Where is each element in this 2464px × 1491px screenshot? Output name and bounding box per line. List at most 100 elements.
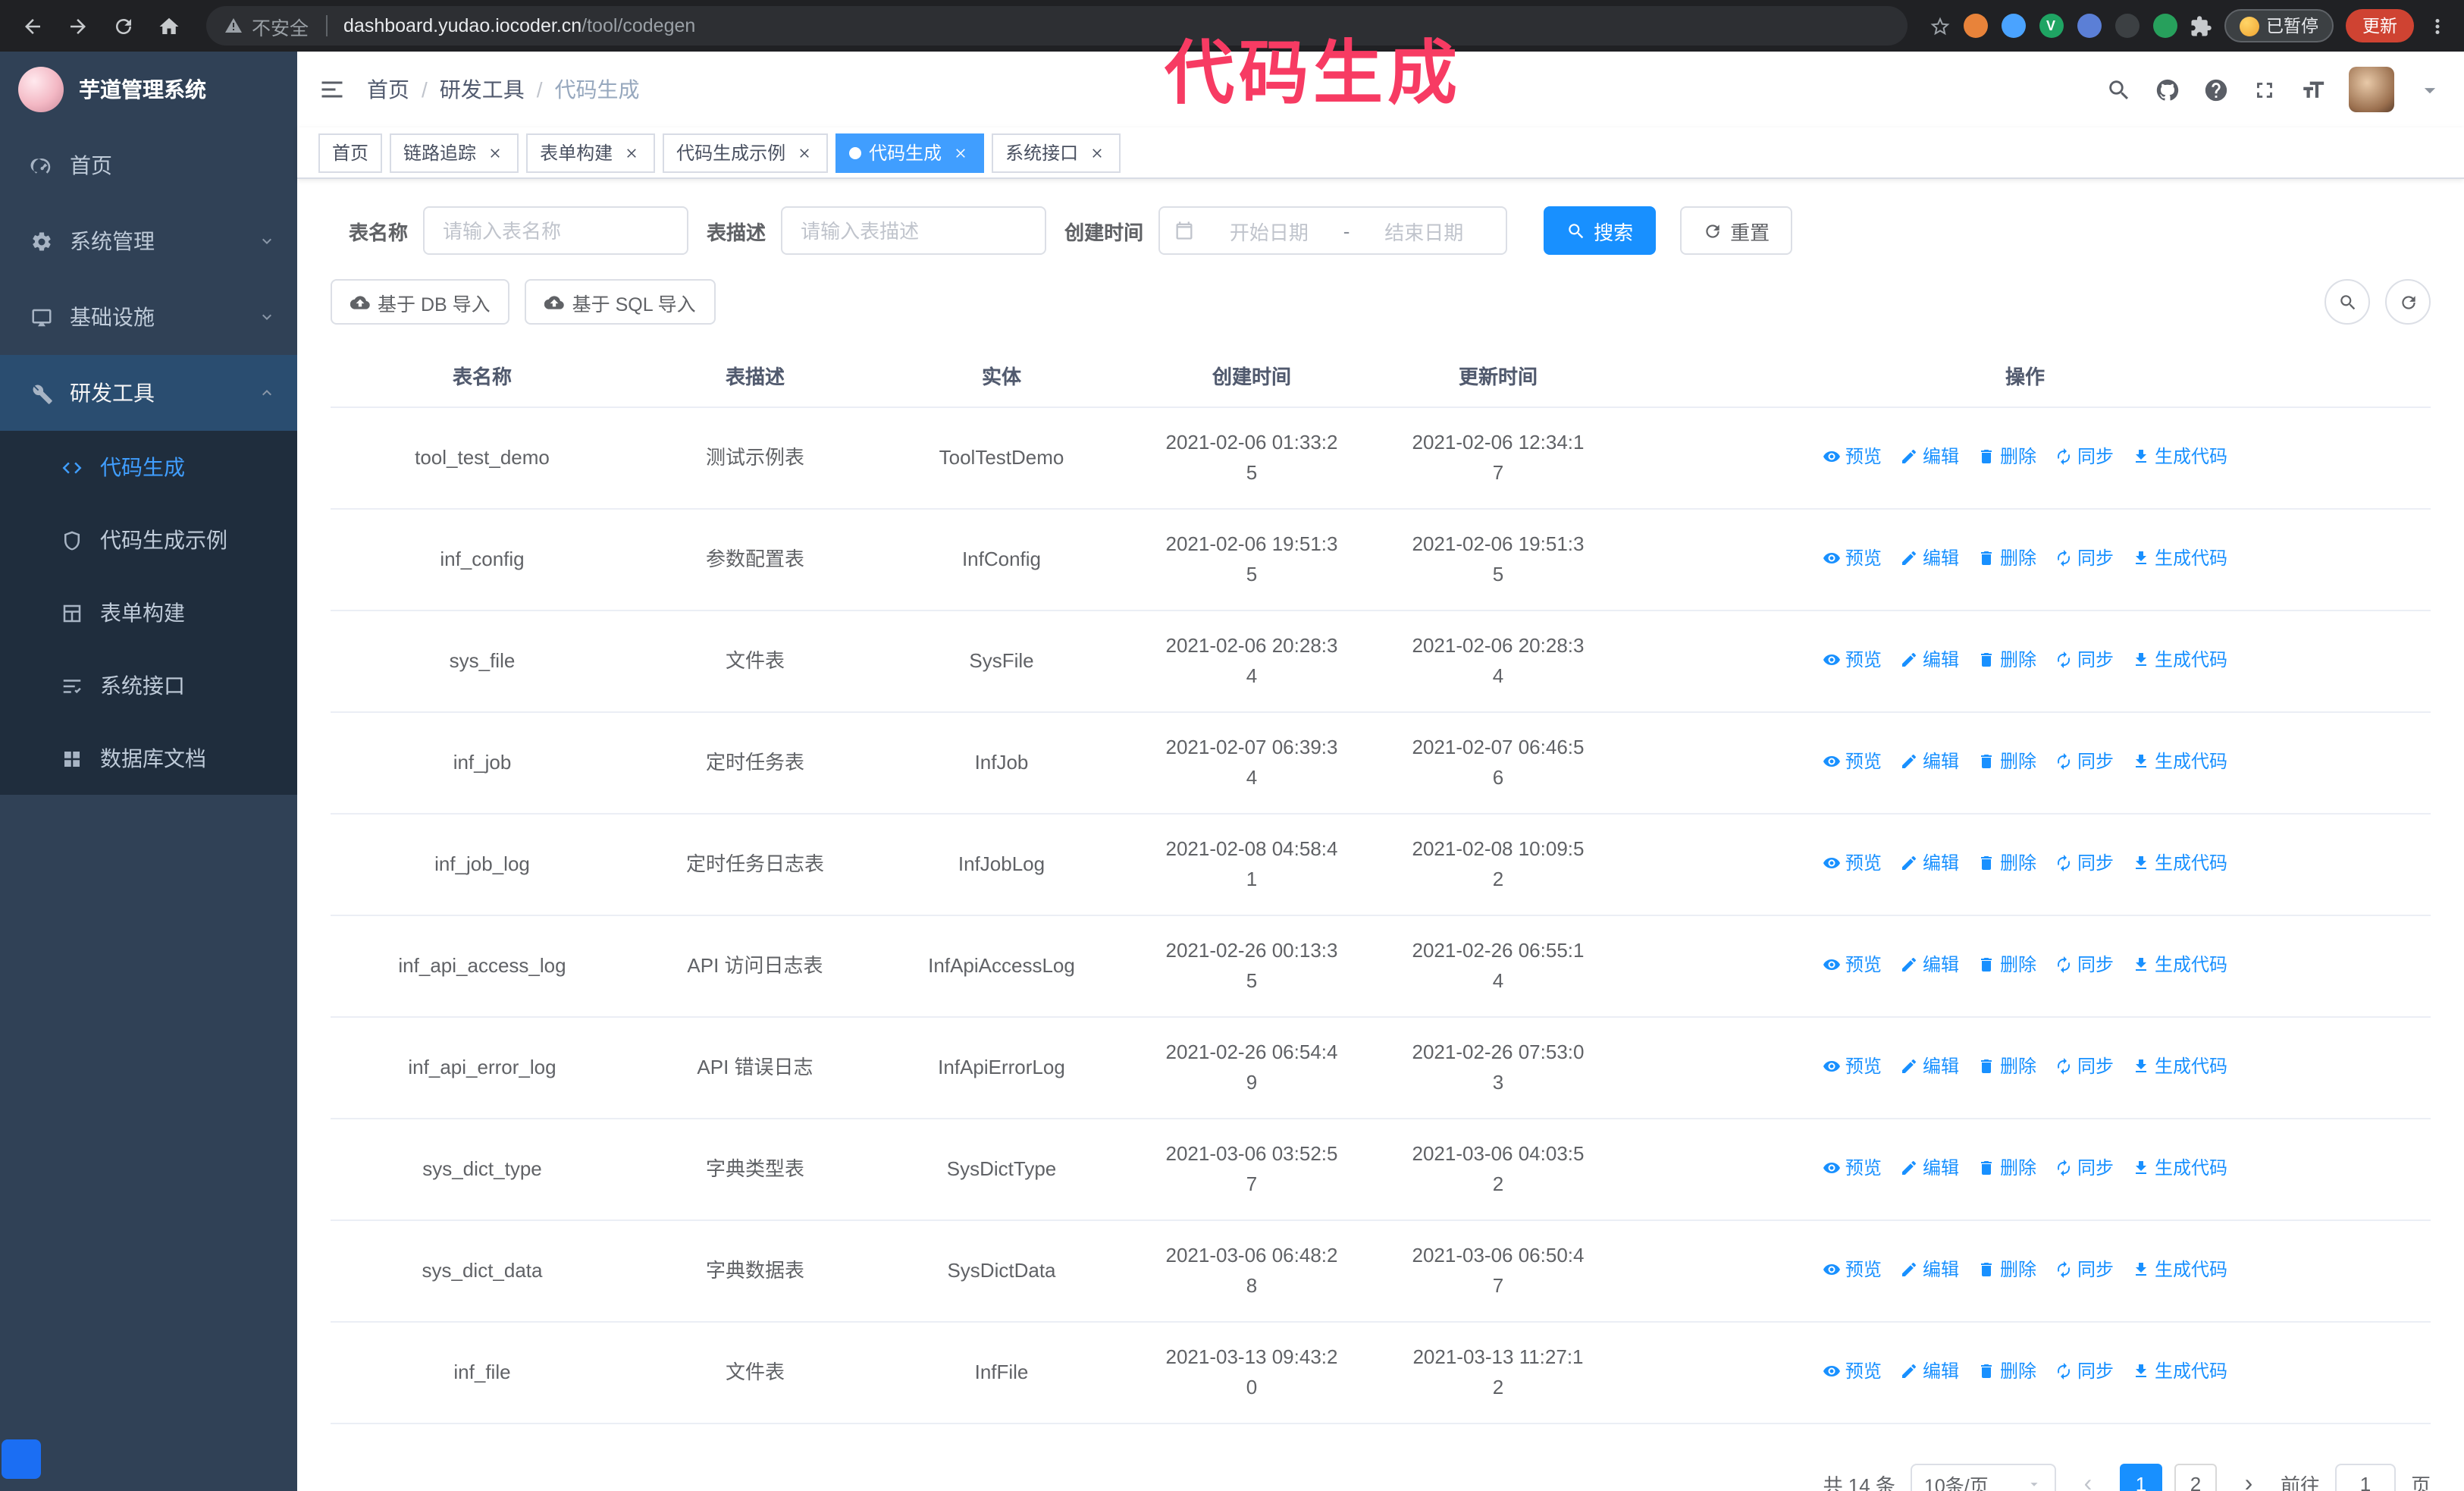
security-label[interactable]: 不安全 <box>252 11 309 40</box>
action-generate-link[interactable]: 生成代码 <box>2132 644 2227 674</box>
action-delete-link[interactable]: 删除 <box>1977 644 2036 674</box>
tab-close-icon[interactable] <box>1086 142 1107 163</box>
action-generate-link[interactable]: 生成代码 <box>2132 949 2227 979</box>
action-sync-link[interactable]: 同步 <box>2055 1152 2114 1182</box>
action-generate-link[interactable]: 生成代码 <box>2132 1050 2227 1081</box>
toggle-search-button[interactable] <box>2324 279 2370 325</box>
action-sync-link[interactable]: 同步 <box>2055 1254 2114 1284</box>
action-preview-link[interactable]: 预览 <box>1823 644 1882 674</box>
sidebar-item-codegen-example[interactable]: 代码生成示例 <box>0 504 297 576</box>
action-edit-link[interactable]: 编辑 <box>1900 441 1959 471</box>
paused-badge[interactable]: 已暂停 <box>2224 9 2334 42</box>
action-preview-link[interactable]: 预览 <box>1823 949 1882 979</box>
create-time-range-picker[interactable]: 开始日期 - 结束日期 <box>1158 206 1508 255</box>
action-edit-link[interactable]: 编辑 <box>1900 746 1959 776</box>
drop-extension-icon[interactable] <box>2001 14 2025 38</box>
action-preview-link[interactable]: 预览 <box>1823 847 1882 877</box>
leaf-extension-icon[interactable] <box>2152 14 2177 38</box>
action-generate-link[interactable]: 生成代码 <box>2132 1152 2227 1182</box>
goto-page-input[interactable] <box>2334 1463 2396 1491</box>
action-preview-link[interactable]: 预览 <box>1823 1050 1882 1081</box>
action-sync-link[interactable]: 同步 <box>2055 746 2114 776</box>
action-preview-link[interactable]: 预览 <box>1823 1152 1882 1182</box>
reload-icon[interactable] <box>106 9 140 42</box>
people-extension-icon[interactable] <box>2077 14 2101 38</box>
action-generate-link[interactable]: 生成代码 <box>2132 542 2227 573</box>
action-preview-link[interactable]: 预览 <box>1823 1355 1882 1386</box>
font-size-icon[interactable] <box>2300 77 2326 102</box>
tab-form-builder[interactable]: 表单构建 <box>526 133 656 172</box>
reset-button[interactable]: 重置 <box>1680 206 1793 255</box>
action-generate-link[interactable]: 生成代码 <box>2132 441 2227 471</box>
tab-close-icon[interactable] <box>484 142 505 163</box>
action-sync-link[interactable]: 同步 <box>2055 542 2114 573</box>
sidebar-item-infra[interactable]: 基础设施 <box>0 279 297 355</box>
help-icon[interactable] <box>2203 77 2229 102</box>
import-db-button[interactable]: 基于 DB 导入 <box>331 279 510 325</box>
sidebar-item-devtools[interactable]: 研发工具 <box>0 355 297 431</box>
breadcrumb-item[interactable]: 研发工具 <box>440 74 525 105</box>
action-sync-link[interactable]: 同步 <box>2055 644 2114 674</box>
keyboard-extension-icon[interactable] <box>2114 14 2139 38</box>
sidebar-item-db-doc[interactable]: 数据库文档 <box>0 722 297 795</box>
page-size-select[interactable]: 10条/页 <box>1910 1463 2056 1491</box>
tab-close-icon[interactable] <box>620 142 641 163</box>
action-sync-link[interactable]: 同步 <box>2055 847 2114 877</box>
user-avatar[interactable] <box>2349 67 2394 112</box>
action-edit-link[interactable]: 编辑 <box>1900 847 1959 877</box>
floating-corner-widget[interactable] <box>2 1439 41 1479</box>
action-edit-link[interactable]: 编辑 <box>1900 644 1959 674</box>
action-delete-link[interactable]: 删除 <box>1977 1152 2036 1182</box>
action-delete-link[interactable]: 删除 <box>1977 1050 2036 1081</box>
action-preview-link[interactable]: 预览 <box>1823 1254 1882 1284</box>
sidebar-item-form-builder[interactable]: 表单构建 <box>0 576 297 649</box>
tab-close-icon[interactable] <box>949 142 970 163</box>
app-logo[interactable]: 芋道管理系统 <box>0 52 297 127</box>
tab-codegen[interactable]: 代码生成 <box>835 133 985 172</box>
action-generate-link[interactable]: 生成代码 <box>2132 1355 2227 1386</box>
action-sync-link[interactable]: 同步 <box>2055 1355 2114 1386</box>
tab-close-icon[interactable] <box>793 142 814 163</box>
address-bar[interactable]: 不安全 dashboard.yudao.iocoder.cn/tool/code… <box>206 6 1907 46</box>
action-sync-link[interactable]: 同步 <box>2055 949 2114 979</box>
page-button-1[interactable]: 1 <box>2119 1463 2162 1491</box>
breadcrumb-item[interactable]: 首页 <box>367 74 409 105</box>
table-name-input[interactable] <box>423 206 689 255</box>
home-icon[interactable] <box>152 9 185 42</box>
fullscreen-icon[interactable] <box>2252 77 2277 102</box>
action-edit-link[interactable]: 编辑 <box>1900 1254 1959 1284</box>
sidebar-item-home[interactable]: 首页 <box>0 127 297 203</box>
page-button-2[interactable]: 2 <box>2174 1463 2217 1491</box>
action-delete-link[interactable]: 删除 <box>1977 1355 2036 1386</box>
tab-codegen-example[interactable]: 代码生成示例 <box>663 133 829 172</box>
action-delete-link[interactable]: 删除 <box>1977 847 2036 877</box>
search-button[interactable]: 搜索 <box>1544 206 1657 255</box>
url-text[interactable]: dashboard.yudao.iocoder.cn/tool/codegen <box>343 15 695 36</box>
import-sql-button[interactable]: 基于 SQL 导入 <box>525 279 716 325</box>
github-icon[interactable] <box>2155 77 2180 102</box>
action-edit-link[interactable]: 编辑 <box>1900 1050 1959 1081</box>
search-icon[interactable] <box>2106 77 2132 102</box>
action-edit-link[interactable]: 编辑 <box>1900 542 1959 573</box>
tab-tracing[interactable]: 链路追踪 <box>390 133 519 172</box>
next-page-button[interactable]: › <box>2232 1471 2265 1491</box>
tab-home[interactable]: 首页 <box>318 133 383 172</box>
action-preview-link[interactable]: 预览 <box>1823 441 1882 471</box>
breadcrumb-item[interactable]: 代码生成 <box>555 74 640 105</box>
action-preview-link[interactable]: 预览 <box>1823 542 1882 573</box>
extensions-puzzle-icon[interactable] <box>2189 14 2212 37</box>
action-generate-link[interactable]: 生成代码 <box>2132 1254 2227 1284</box>
action-sync-link[interactable]: 同步 <box>2055 441 2114 471</box>
action-preview-link[interactable]: 预览 <box>1823 746 1882 776</box>
sidebar-item-system[interactable]: 系统管理 <box>0 203 297 279</box>
tab-api[interactable]: 系统接口 <box>992 133 1121 172</box>
action-edit-link[interactable]: 编辑 <box>1900 949 1959 979</box>
action-delete-link[interactable]: 删除 <box>1977 542 2036 573</box>
table-desc-input[interactable] <box>781 206 1047 255</box>
sidebar-item-api[interactable]: 系统接口 <box>0 649 297 722</box>
fox-extension-icon[interactable] <box>1963 14 1987 38</box>
prev-page-button[interactable]: ‹ <box>2071 1471 2105 1491</box>
bookmark-star-icon[interactable] <box>1928 14 1951 37</box>
forward-icon[interactable] <box>61 9 94 42</box>
sidebar-collapse-icon[interactable] <box>318 76 346 103</box>
